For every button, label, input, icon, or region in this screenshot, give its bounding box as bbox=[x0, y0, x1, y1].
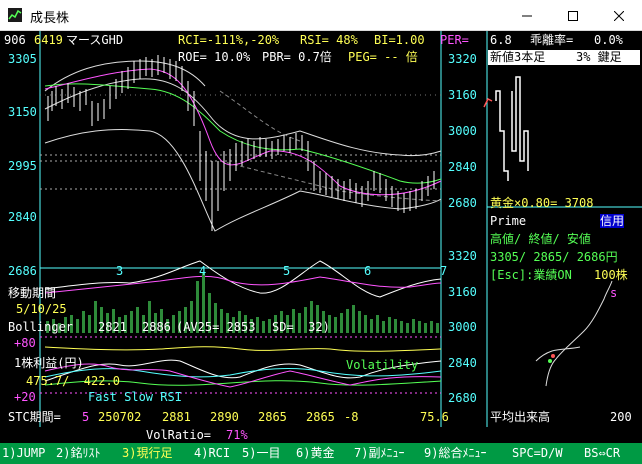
stc-change: -8 bbox=[344, 410, 359, 424]
three-line-break-label: 新値3本足 bbox=[490, 50, 546, 64]
date-axis-label: 6 bbox=[364, 264, 372, 278]
right-axis-label: 2680 bbox=[448, 196, 477, 210]
kagi-label: 3% 鍵足 bbox=[576, 50, 622, 64]
chart-app-icon bbox=[8, 8, 22, 22]
right-axis-label: 3000 bbox=[448, 124, 477, 138]
date-axis-label: 3 bbox=[116, 264, 124, 278]
minimize-icon bbox=[522, 15, 532, 16]
stc-percent: 75.6 bbox=[420, 410, 449, 424]
ma-period-title: 移動期間 bbox=[8, 286, 57, 300]
maximize-icon bbox=[568, 10, 578, 21]
right-axis-label: 2680 bbox=[448, 391, 477, 405]
close-icon bbox=[614, 10, 624, 21]
pbr-value: PBR= 0.7倍 bbox=[262, 50, 332, 64]
price-axis-label: 2686 bbox=[8, 264, 37, 278]
function-key-bar: 1)JUMP 2)銘ﾘｽﾄ 3)現行足 4)RCI 5)一目 6)黄金 7)副ﾒ… bbox=[0, 443, 642, 464]
eps-title: 1株利益(円) bbox=[14, 356, 84, 370]
stc-period-value[interactable]: 5 bbox=[82, 410, 89, 424]
minimize-button[interactable] bbox=[504, 0, 550, 31]
right-axis-label: 3320 bbox=[448, 52, 477, 66]
bollinger-middle: 2886 bbox=[142, 320, 171, 334]
stochastic-label: Fast Slow RSI bbox=[88, 390, 182, 404]
stc-high: 2890 bbox=[210, 410, 239, 424]
stock-name: マースGHD bbox=[66, 33, 124, 47]
bollinger-upper: 2821 bbox=[98, 320, 127, 334]
price-axis-label: 3305 bbox=[8, 52, 37, 66]
peg-value: PEG= -- 倍 bbox=[348, 50, 418, 64]
stc-close: 2865 bbox=[306, 410, 335, 424]
right-axis-label: 2840 bbox=[448, 356, 477, 370]
market-prime: Prime bbox=[490, 214, 527, 228]
rsi-value: RSI= 48% bbox=[300, 33, 358, 47]
date-axis-label: 5 bbox=[283, 264, 291, 278]
fkey-sub-menu[interactable]: 7)副ﾒﾆｭｰ bbox=[354, 446, 404, 460]
ma-period-values[interactable]: 5/10/25 bbox=[16, 302, 67, 316]
lot-size: 100株 bbox=[594, 268, 628, 282]
fkey-current-bar[interactable]: 3)現行足 bbox=[122, 446, 172, 460]
high-close-low-labels: 高値/ 終値/ 安値 bbox=[490, 232, 591, 246]
osc-upper-bound: +80 bbox=[14, 336, 36, 350]
right-axis-label: 3320 bbox=[448, 249, 477, 263]
fkey-main-menu[interactable]: 9)総合ﾒﾆｭｰ bbox=[424, 446, 486, 460]
golden-ratio-value: 黄金×0.80= 3708 bbox=[490, 196, 594, 210]
scatter-start-marker: s bbox=[610, 286, 618, 300]
bollinger-av: (AV25= 2853 bbox=[176, 320, 256, 334]
close-button[interactable] bbox=[596, 0, 642, 31]
right-axis-label: 2840 bbox=[448, 160, 477, 174]
stc-low: 2865 bbox=[258, 410, 287, 424]
osc-lower-bound: +20 bbox=[14, 390, 36, 404]
vol-ratio-value: 71% bbox=[226, 428, 248, 442]
deviation-label: 乖離率= bbox=[530, 33, 574, 47]
fkey-day-week[interactable]: SPC=D/W bbox=[512, 446, 563, 460]
average-volume-label: 平均出来高 bbox=[490, 410, 551, 424]
fkey-rci[interactable]: 4)RCI bbox=[194, 446, 230, 460]
price-axis-label: 3150 bbox=[8, 105, 37, 119]
stock-code[interactable]: 6419 bbox=[34, 33, 63, 47]
date-axis-label: 7 bbox=[440, 264, 448, 278]
fkey-bs-cr[interactable]: BS⇔CR bbox=[584, 446, 620, 460]
right-axis-label: 3160 bbox=[448, 285, 477, 299]
average-volume-max: 200 bbox=[610, 410, 632, 424]
eps-values: 475.7/ 422.0 bbox=[26, 374, 120, 388]
deviation-value: 6.8 bbox=[490, 33, 512, 47]
window-titlebar: 成長株 bbox=[0, 0, 642, 31]
rci-value: RCI=-111%,-20% bbox=[178, 33, 280, 47]
credit-badge: 信用 bbox=[600, 214, 625, 228]
vol-ratio-label: VolRatio= bbox=[146, 428, 212, 442]
volatility-label: Volatility bbox=[346, 358, 419, 372]
bollinger-sd: SD= 32) bbox=[272, 320, 330, 334]
fkey-jump[interactable]: 1)JUMP bbox=[2, 446, 45, 460]
date-axis-label: 4 bbox=[199, 264, 207, 278]
price-axis-label: 2840 bbox=[8, 210, 37, 224]
fkey-golden[interactable]: 6)黄金 bbox=[296, 446, 334, 460]
stc-period-label: STC期間= bbox=[8, 410, 61, 424]
roe-value: ROE= 10.0% bbox=[178, 50, 251, 64]
bollinger-label: Bollinger bbox=[8, 320, 74, 334]
per-value: PER= bbox=[440, 33, 469, 47]
deviation-percent: 0.0% bbox=[594, 33, 623, 47]
right-axis-label: 3000 bbox=[448, 320, 477, 334]
fkey-ichimoku[interactable]: 5)一目 bbox=[242, 446, 280, 460]
price-axis-label: 2995 bbox=[8, 159, 37, 173]
right-axis-label: 3160 bbox=[448, 88, 477, 102]
esc-performance-toggle[interactable]: [Esc]:業績ON bbox=[490, 268, 572, 282]
bi-value: BI=1.00 bbox=[374, 33, 425, 47]
window-title: 成長株 bbox=[30, 11, 70, 26]
fkey-stock-list[interactable]: 2)銘ﾘｽﾄ bbox=[56, 446, 100, 460]
stc-date: 250702 bbox=[98, 410, 142, 424]
stc-open: 2881 bbox=[162, 410, 191, 424]
maximize-button[interactable] bbox=[550, 0, 596, 31]
row-number: 906 bbox=[4, 33, 26, 47]
high-close-low-values: 3305/ 2865/ 2686円 bbox=[490, 250, 618, 264]
